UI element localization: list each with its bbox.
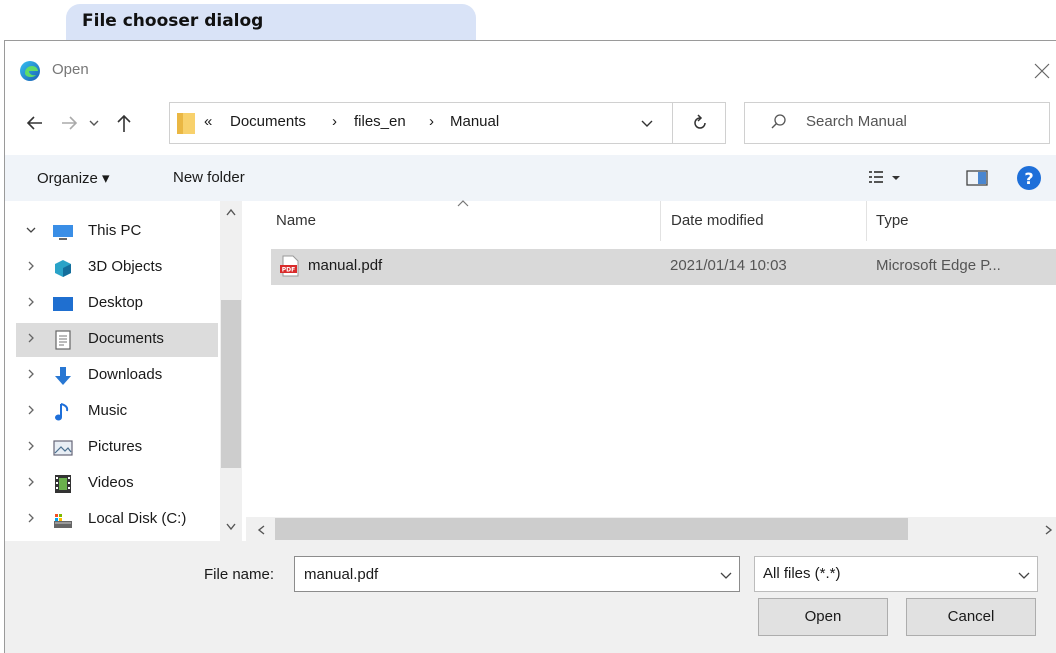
- search-icon: [771, 114, 786, 129]
- nav-item-label: Downloads: [88, 366, 163, 383]
- film-icon: [55, 475, 71, 493]
- preview-pane-icon[interactable]: [966, 170, 988, 186]
- document-icon: [55, 330, 71, 350]
- picture-icon: [53, 440, 73, 456]
- nav-item-this-pc[interactable]: This PC: [16, 215, 218, 249]
- filename-label: File name:: [204, 566, 275, 583]
- help-icon[interactable]: ?: [1016, 165, 1042, 191]
- column-header-type[interactable]: Type: [876, 212, 909, 229]
- column-header-date[interactable]: Date modified: [671, 212, 764, 229]
- chevron-right-icon[interactable]: [24, 331, 38, 345]
- nav-item-desktop[interactable]: Desktop: [16, 287, 218, 321]
- chevron-right-icon[interactable]: [24, 295, 38, 309]
- scroll-down-icon[interactable]: [224, 522, 238, 532]
- nav-item-local-disk[interactable]: Local Disk (C:): [16, 503, 218, 537]
- breadcrumb-overflow[interactable]: «: [204, 113, 212, 130]
- chevron-right-icon[interactable]: [24, 439, 38, 453]
- horizontal-scroll-thumb[interactable]: [275, 518, 908, 540]
- chevron-right-icon[interactable]: [24, 511, 38, 525]
- chevron-down-icon[interactable]: [24, 223, 38, 237]
- monitor-icon: [53, 225, 73, 240]
- chevron-down-icon[interactable]: [718, 567, 734, 583]
- breadcrumb-separator[interactable]: ›: [332, 113, 337, 130]
- forward-arrow-icon[interactable]: [56, 110, 82, 136]
- chevron-right-icon[interactable]: [24, 259, 38, 273]
- recent-locations-chevron-icon[interactable]: [84, 112, 104, 134]
- column-divider[interactable]: [660, 201, 661, 241]
- chevron-down-icon[interactable]: [638, 114, 656, 132]
- nav-item-label: Pictures: [88, 438, 143, 455]
- chevron-down-icon[interactable]: [1016, 567, 1032, 583]
- filename-value[interactable]: manual.pdf: [304, 566, 378, 583]
- scroll-right-icon[interactable]: [1044, 523, 1054, 537]
- file-type: Microsoft Edge P...: [876, 257, 1001, 274]
- nav-item-music[interactable]: Music: [16, 395, 218, 429]
- pdf-file-icon: PDF: [280, 255, 299, 277]
- column-header-name[interactable]: Name: [276, 212, 316, 229]
- nav-item-downloads[interactable]: Downloads: [16, 359, 218, 393]
- scroll-up-icon[interactable]: [224, 207, 238, 217]
- organize-menu-button[interactable]: Organize ▾: [37, 169, 110, 187]
- back-arrow-icon[interactable]: [22, 110, 48, 136]
- up-arrow-icon[interactable]: [110, 109, 138, 137]
- window-title: Open: [52, 61, 89, 78]
- nav-item-label: This PC: [88, 222, 142, 239]
- sort-ascending-icon: [457, 200, 469, 207]
- close-icon[interactable]: [1030, 59, 1054, 83]
- file-date: 2021/01/14 10:03: [670, 257, 787, 274]
- chevron-right-icon[interactable]: [24, 367, 38, 381]
- breadcrumb-separator[interactable]: ›: [429, 113, 434, 130]
- chevron-right-icon[interactable]: [24, 475, 38, 489]
- open-button[interactable]: Open: [758, 598, 888, 636]
- nav-item-label: Music: [88, 402, 128, 419]
- cancel-button[interactable]: Cancel: [906, 598, 1036, 636]
- nav-item-documents[interactable]: Documents: [16, 323, 218, 357]
- refresh-icon[interactable]: [690, 113, 710, 133]
- nav-item-label: Desktop: [88, 294, 144, 311]
- nav-item-label: Documents: [88, 330, 164, 347]
- file-name[interactable]: manual.pdf: [308, 257, 382, 274]
- nav-item-label: Local Disk (C:): [88, 510, 187, 527]
- nav-item-label: Videos: [88, 474, 134, 491]
- nav-item-label: 3D Objects: [88, 258, 163, 275]
- drive-icon: [54, 514, 72, 528]
- search-placeholder[interactable]: Search Manual: [806, 113, 907, 130]
- desktop-icon: [53, 297, 73, 311]
- breadcrumb-item[interactable]: Documents: [230, 113, 306, 130]
- nav-scroll-thumb[interactable]: [221, 300, 241, 468]
- filetype-value[interactable]: All files (*.*): [763, 565, 841, 582]
- caption-text: File chooser dialog: [82, 11, 264, 31]
- svg-text:?: ?: [1024, 169, 1033, 188]
- scroll-left-icon[interactable]: [256, 523, 266, 537]
- edge-logo-icon: [20, 61, 40, 81]
- cube-icon: [55, 260, 71, 277]
- new-folder-button[interactable]: New folder: [173, 169, 245, 186]
- download-arrow-icon: [55, 367, 71, 385]
- breadcrumb-item[interactable]: files_en: [354, 113, 406, 130]
- nav-item-videos[interactable]: Videos: [16, 467, 218, 501]
- chevron-right-icon[interactable]: [24, 403, 38, 417]
- column-divider[interactable]: [866, 201, 867, 241]
- nav-item-3d-objects[interactable]: 3D Objects: [16, 251, 218, 285]
- change-view-icon[interactable]: [868, 168, 904, 188]
- music-note-icon: [55, 403, 69, 421]
- folder-icon: [177, 113, 195, 134]
- breadcrumb-item[interactable]: Manual: [450, 113, 499, 130]
- nav-item-pictures[interactable]: Pictures: [16, 431, 218, 465]
- svg-text:PDF: PDF: [282, 267, 295, 274]
